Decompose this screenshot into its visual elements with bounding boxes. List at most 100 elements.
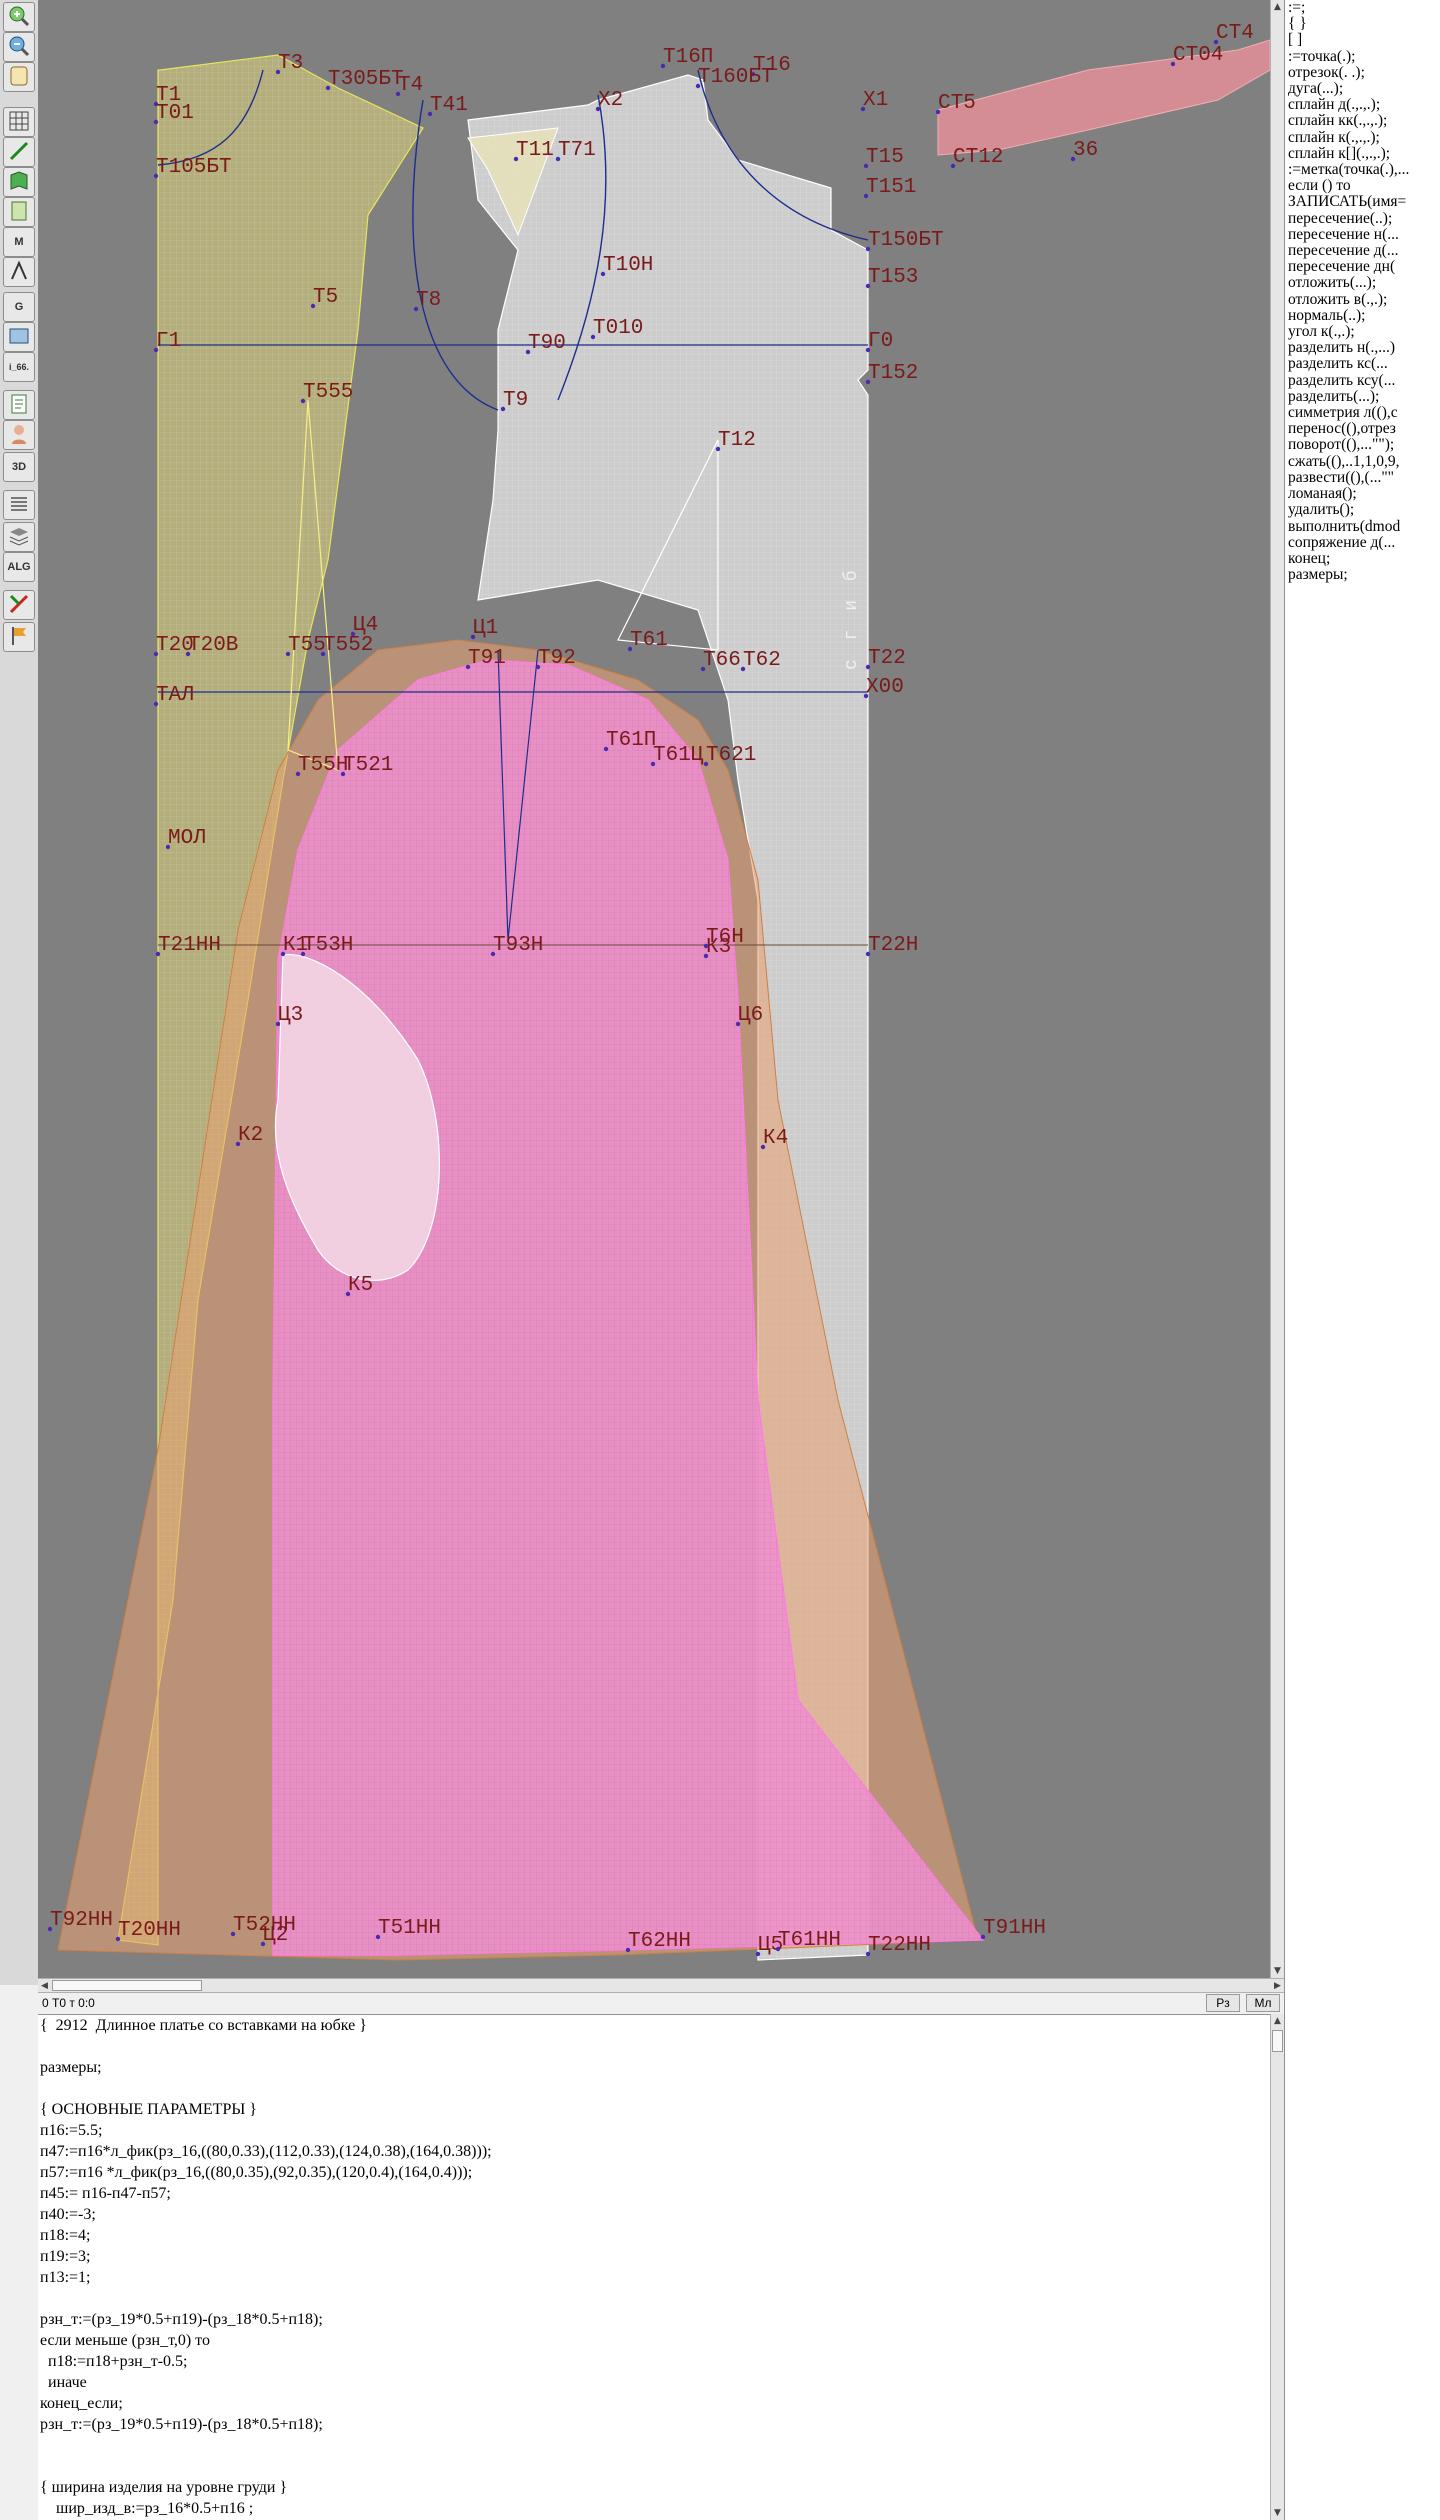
construction-point[interactable]	[340, 771, 346, 777]
command-item[interactable]: пересечение д(...	[1288, 242, 1440, 259]
construction-point[interactable]	[295, 771, 301, 777]
construction-point[interactable]	[153, 173, 159, 179]
construction-point[interactable]	[345, 1291, 351, 1297]
construction-point[interactable]	[470, 634, 476, 640]
construction-point[interactable]	[715, 446, 721, 452]
command-item[interactable]: пересечение н(...	[1288, 226, 1440, 243]
construction-point[interactable]	[320, 651, 326, 657]
code-line[interactable]: { 2912 Длинное платье со вставками на юб…	[40, 2015, 1284, 2036]
code-line[interactable]: п40:=-3;	[40, 2204, 1284, 2225]
construction-point[interactable]	[155, 951, 161, 957]
command-item[interactable]: сопряжение д(...	[1288, 534, 1440, 551]
construction-point[interactable]	[760, 1144, 766, 1150]
code-line[interactable]: если меньше (рзн_т,0) то	[40, 2330, 1284, 2351]
construction-point[interactable]	[1070, 156, 1076, 162]
construction-point[interactable]	[500, 406, 506, 412]
command-item[interactable]: пересечение дн(	[1288, 259, 1440, 275]
command-item[interactable]: разделить(...);	[1288, 388, 1440, 405]
construction-point[interactable]	[860, 106, 866, 112]
code-line[interactable]: конец_если;	[40, 2393, 1284, 2414]
command-item[interactable]: сплайн к[](.,.,.);	[1288, 145, 1440, 162]
command-item[interactable]: размеры;	[1288, 566, 1440, 583]
construction-point[interactable]	[165, 844, 171, 850]
command-item[interactable]: { }	[1288, 16, 1440, 32]
zoom-in-button[interactable]	[3, 2, 35, 32]
construction-point[interactable]	[153, 347, 159, 353]
construction-point[interactable]	[375, 1934, 381, 1940]
script-editor[interactable]: { 2912 Длинное платье со вставками на юб…	[38, 2014, 1284, 2520]
construction-point[interactable]	[275, 1021, 281, 1027]
code-line[interactable]: п45:= п16-п47-п57;	[40, 2183, 1284, 2204]
construction-point[interactable]	[863, 163, 869, 169]
construction-point[interactable]	[413, 306, 419, 312]
command-item[interactable]: пересечение(..);	[1288, 210, 1440, 227]
construction-point[interactable]	[260, 1941, 266, 1947]
construction-point[interactable]	[865, 283, 871, 289]
construction-point[interactable]	[865, 664, 871, 670]
construction-point[interactable]	[600, 271, 606, 277]
construction-point[interactable]	[865, 246, 871, 252]
command-item[interactable]: развести((),(...""	[1288, 469, 1440, 486]
command-item[interactable]: дуга(...);	[1288, 80, 1440, 97]
code-line[interactable]: п47:=п16*л_фик(рз_16,((80,0.33),(112,0.3…	[40, 2141, 1284, 2162]
code-line[interactable]: иначе	[40, 2372, 1284, 2393]
g-tool-button[interactable]: G	[3, 292, 35, 322]
construction-point[interactable]	[755, 1951, 761, 1957]
pattern-drawing[interactable]: с г и б Т1Т01Т3Т305БТТ4Т41 Х2 Х1Т16П Т16Т16…	[38, 0, 1270, 1978]
file-label-button[interactable]: i_66.	[3, 352, 35, 382]
construction-point[interactable]	[275, 69, 281, 75]
construction-point[interactable]	[950, 163, 956, 169]
cut-button[interactable]	[3, 590, 35, 620]
construction-point[interactable]	[513, 156, 519, 162]
command-item[interactable]: :=метка(точка(.),...	[1288, 161, 1440, 178]
construction-point[interactable]	[1170, 61, 1176, 67]
construction-point[interactable]	[427, 111, 433, 117]
code-line[interactable]: п13:=1;	[40, 2267, 1284, 2288]
construction-point[interactable]	[863, 193, 869, 199]
editor-scrollbar[interactable]: ▲ ▼	[1270, 2014, 1284, 2520]
command-item[interactable]: сплайн д(.,.,.);	[1288, 97, 1440, 113]
alg-button[interactable]: ALG	[3, 552, 35, 582]
command-item[interactable]: разделить кс(...	[1288, 356, 1440, 372]
command-item[interactable]: нормаль(..);	[1288, 307, 1440, 324]
stack-button[interactable]	[3, 522, 35, 552]
command-item[interactable]: разделить ксу(...	[1288, 372, 1440, 389]
construction-point[interactable]	[740, 666, 746, 672]
command-item[interactable]: угол к(.,.);	[1288, 323, 1440, 340]
construction-point[interactable]	[603, 746, 609, 752]
code-line[interactable]: п18:=п18+рзн_т-0.5;	[40, 2351, 1284, 2372]
command-item[interactable]: :=;	[1288, 0, 1440, 16]
page-button[interactable]	[3, 390, 35, 420]
construction-point[interactable]	[865, 379, 871, 385]
scroll-button[interactable]	[3, 62, 35, 92]
command-item[interactable]: ЗАПИСАТЬ(имя=	[1288, 194, 1440, 210]
code-line[interactable]: рзн_т:=(рз_19*0.5+п19)-(рз_18*0.5+п18);	[40, 2309, 1284, 2330]
mannequin-button[interactable]	[3, 420, 35, 450]
construction-point[interactable]	[650, 761, 656, 767]
construction-point[interactable]	[703, 761, 709, 767]
construction-point[interactable]	[47, 1926, 53, 1932]
construction-point[interactable]	[865, 1951, 871, 1957]
m-tool-button[interactable]: M	[3, 227, 35, 257]
construction-point[interactable]	[153, 119, 159, 125]
command-item[interactable]: перенос((),отрез	[1288, 421, 1440, 437]
construction-point[interactable]	[235, 1141, 241, 1147]
code-line[interactable]: { ОСНОВНЫЕ ПАРАМЕТРЫ }	[40, 2099, 1284, 2120]
construction-point[interactable]	[153, 651, 159, 657]
code-line[interactable]: п19:=3;	[40, 2246, 1284, 2267]
flag-button[interactable]	[3, 622, 35, 652]
construction-point[interactable]	[695, 83, 701, 89]
construction-point[interactable]	[300, 951, 306, 957]
code-line[interactable]: шир_изд_в:=рз_16*0.5+п16 ;	[40, 2498, 1284, 2519]
line-tool-button[interactable]	[3, 137, 35, 167]
book-button[interactable]	[3, 167, 35, 197]
command-item[interactable]: удалить();	[1288, 502, 1440, 518]
command-item[interactable]: :=точка(.);	[1288, 48, 1440, 65]
construction-point[interactable]	[350, 631, 356, 637]
command-item[interactable]: отложить(...);	[1288, 275, 1440, 291]
construction-point[interactable]	[865, 347, 871, 353]
construction-point[interactable]	[325, 85, 331, 91]
command-item[interactable]: ломаная();	[1288, 485, 1440, 502]
construction-point[interactable]	[310, 303, 316, 309]
layers-button[interactable]	[3, 490, 35, 520]
